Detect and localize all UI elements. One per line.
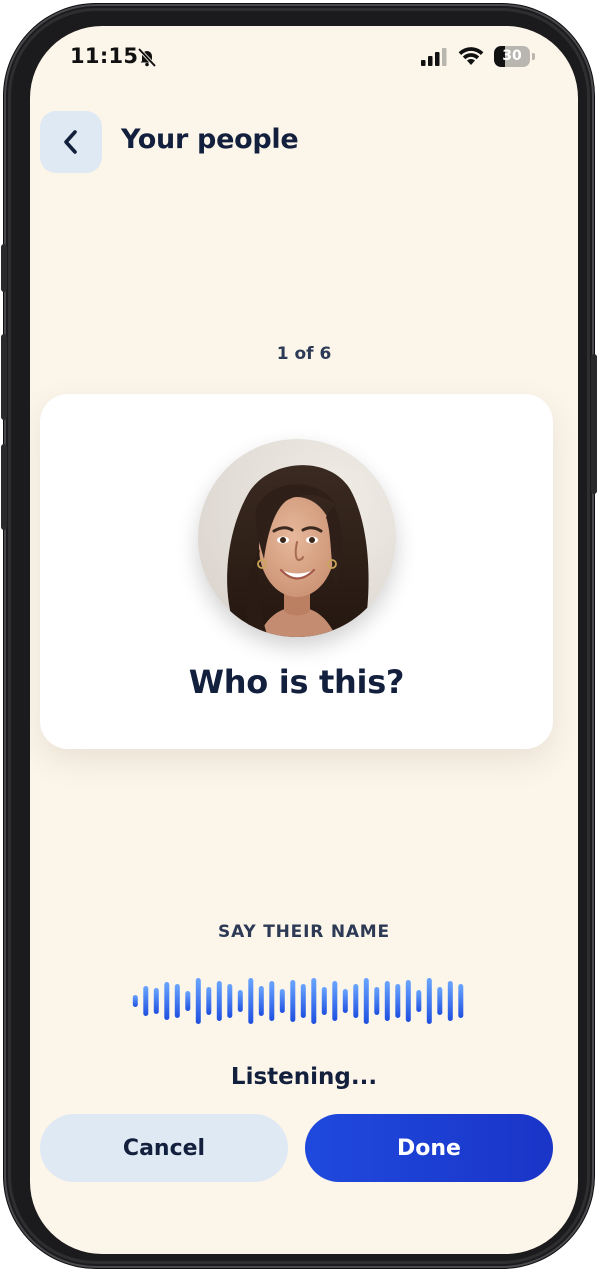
card-question: Who is this? — [188, 663, 405, 701]
waveform-bar — [447, 981, 453, 1021]
listening-status: Listening... — [230, 1064, 378, 1090]
waveform-bar — [258, 986, 264, 1016]
waveform-bar — [164, 982, 170, 1020]
phone-frame: 11:15 30 Your people 1 of 6 Who is this?… — [1, 4, 597, 1268]
waveform-bar — [216, 981, 222, 1021]
waveform-bar — [174, 984, 180, 1018]
waveform-bar — [416, 990, 422, 1012]
voice-prompt: SAY THEIR NAME — [218, 922, 390, 942]
mute-switch — [1, 244, 7, 292]
bell-slash-icon — [137, 47, 157, 68]
waveform-bar — [290, 980, 296, 1022]
volume-down-button — [1, 444, 7, 530]
back-button[interactable] — [40, 111, 102, 173]
cellular-signal-icon — [421, 48, 447, 66]
status-bar: 11:15 30 — [30, 26, 578, 86]
waveform-bar — [437, 987, 443, 1015]
waveform-bar — [353, 984, 359, 1018]
waveform-bar — [237, 990, 243, 1012]
battery-tip — [532, 53, 535, 60]
waveform-bar — [363, 978, 369, 1024]
waveform-bar — [153, 988, 159, 1014]
waveform-bar — [195, 978, 201, 1024]
battery-body: 30 — [494, 46, 530, 67]
portrait-illustration — [198, 439, 396, 637]
waveform-bar — [279, 989, 285, 1013]
wifi-icon — [458, 47, 484, 65]
waveform-bar — [395, 984, 401, 1018]
power-button — [591, 354, 597, 494]
waveform-bar — [426, 978, 432, 1024]
progress-counter: 1 of 6 — [276, 344, 332, 364]
waveform-bar — [248, 978, 254, 1024]
battery-indicator: 30 — [494, 46, 536, 68]
waveform-bar — [132, 995, 138, 1007]
waveform-bar — [227, 984, 233, 1018]
waveform-bar — [458, 984, 464, 1018]
battery-percentage: 30 — [502, 48, 522, 64]
app-screen: 11:15 30 Your people 1 of 6 Who is this?… — [30, 26, 578, 1254]
waveform-bar — [321, 987, 327, 1015]
chevron-left-icon — [64, 130, 77, 154]
status-time: 11:15 — [70, 44, 139, 68]
volume-up-button — [1, 334, 7, 420]
waveform-bar — [405, 980, 411, 1022]
person-card: Who is this? — [40, 394, 553, 749]
waveform-bar — [342, 989, 348, 1013]
waveform-bar — [374, 987, 380, 1015]
waveform-bar — [311, 978, 317, 1024]
waveform-bar — [384, 981, 390, 1021]
waveform-bar — [332, 981, 338, 1021]
waveform-bar — [185, 991, 191, 1011]
waveform-bar — [143, 986, 149, 1016]
waveform-icon — [132, 978, 464, 1024]
portrait-photo — [198, 439, 396, 637]
waveform-bar — [206, 987, 212, 1015]
waveform-bar — [269, 981, 275, 1021]
cancel-button[interactable]: Cancel — [40, 1114, 288, 1182]
waveform-bar — [300, 984, 306, 1018]
done-button[interactable]: Done — [305, 1114, 553, 1182]
page-title: Your people — [121, 124, 299, 155]
